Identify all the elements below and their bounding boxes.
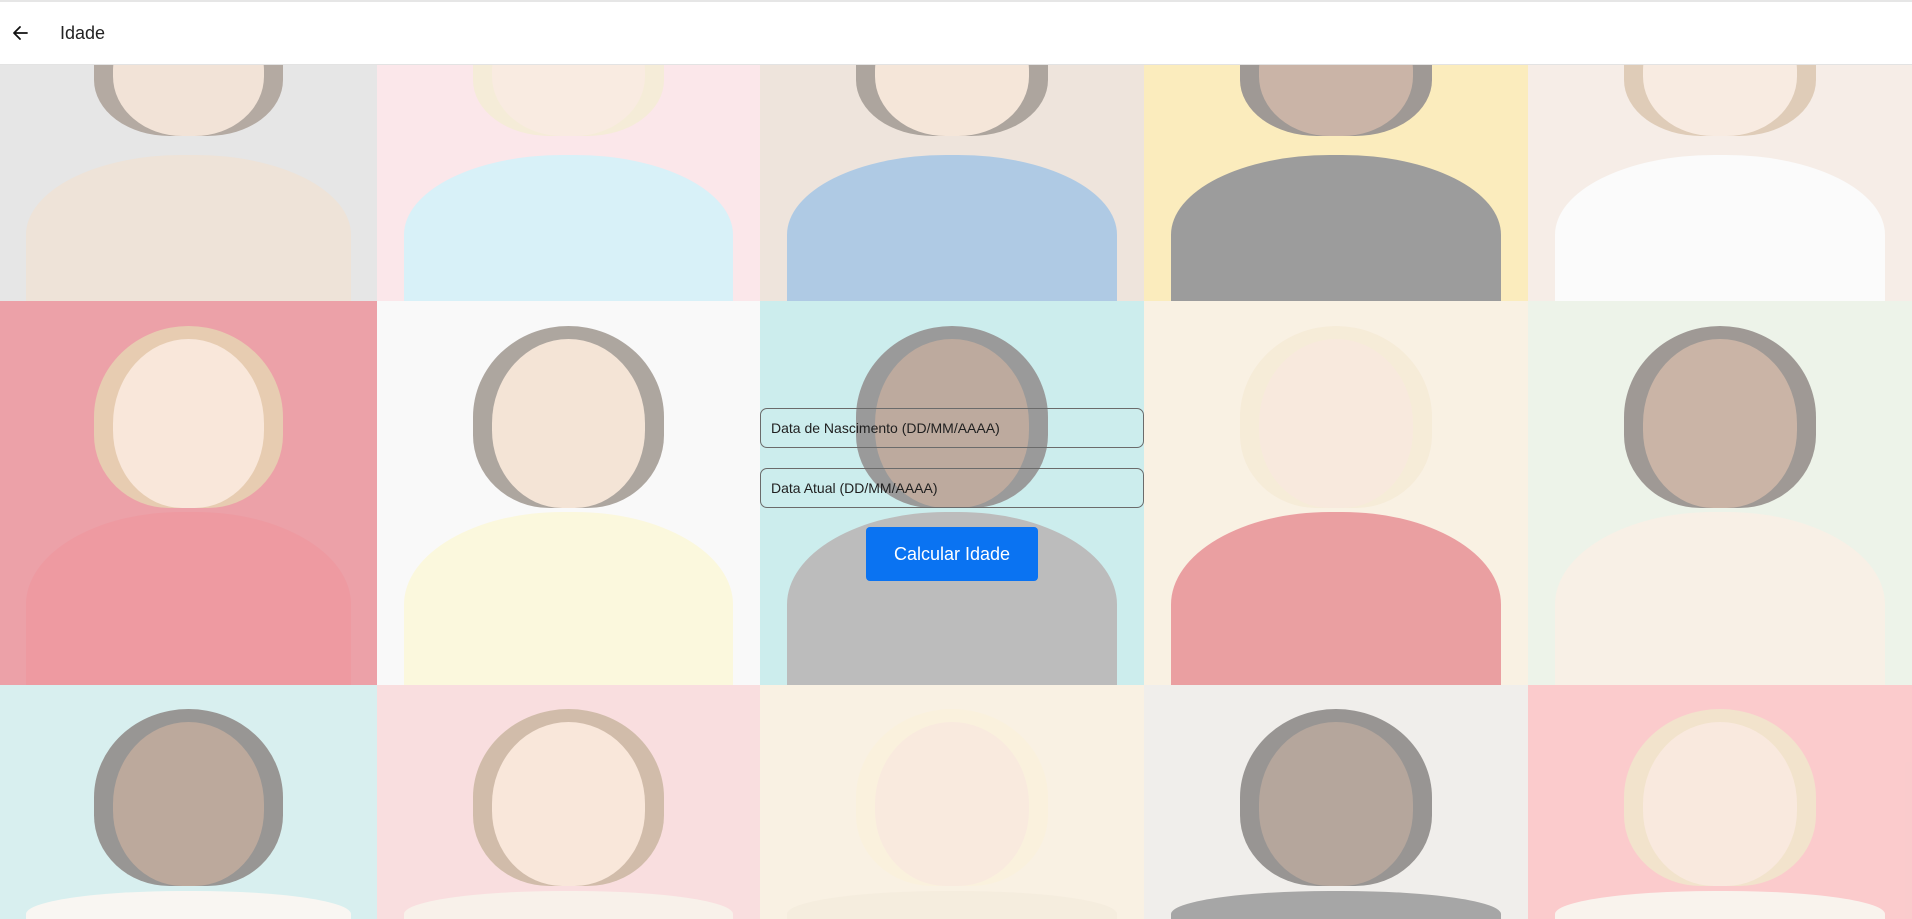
tile-overlay	[377, 301, 760, 685]
portrait-tile	[377, 301, 760, 685]
portrait-tile	[0, 65, 377, 301]
tile-overlay	[1528, 685, 1912, 919]
back-button[interactable]	[2, 15, 38, 51]
portrait-tile	[377, 65, 760, 301]
portrait-tile	[1144, 685, 1528, 919]
tile-overlay	[1144, 685, 1528, 919]
calculate-age-button[interactable]: Calcular Idade	[866, 527, 1038, 581]
tile-overlay	[1144, 65, 1528, 301]
current-date-input[interactable]	[760, 468, 1144, 508]
portrait-tile	[760, 65, 1144, 301]
portrait-tile	[1144, 301, 1528, 685]
tile-overlay	[1528, 65, 1912, 301]
app-header: Idade	[0, 0, 1912, 65]
page-title: Idade	[60, 22, 106, 43]
portrait-tile	[0, 301, 377, 685]
tile-overlay	[0, 685, 377, 919]
tile-overlay	[0, 65, 377, 301]
tile-overlay	[1528, 301, 1912, 685]
tile-overlay	[377, 685, 760, 919]
age-form: Calcular Idade	[760, 408, 1144, 581]
portrait-tile	[760, 685, 1144, 919]
tile-overlay	[760, 65, 1144, 301]
tile-overlay	[1144, 301, 1528, 685]
portrait-tile	[377, 685, 760, 919]
tile-overlay	[377, 65, 760, 301]
tile-overlay	[0, 301, 377, 685]
portrait-tile	[1528, 65, 1912, 301]
arrow-left-icon	[13, 26, 28, 40]
tile-overlay	[760, 685, 1144, 919]
birth-date-input[interactable]	[760, 408, 1144, 448]
portrait-tile	[1144, 65, 1528, 301]
portrait-tile	[1528, 301, 1912, 685]
portrait-tile	[0, 685, 377, 919]
portrait-tile	[1528, 685, 1912, 919]
